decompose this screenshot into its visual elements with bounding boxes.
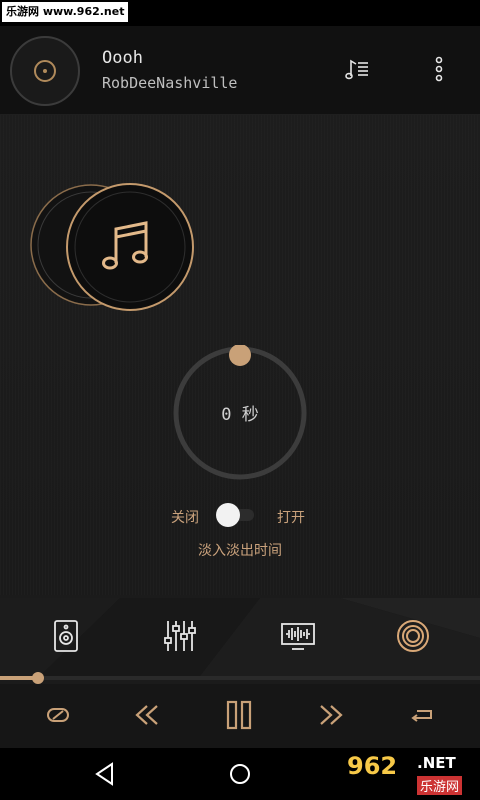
playback-controls [0, 684, 480, 748]
logo-number: 962 [347, 752, 398, 780]
fade-time-label: 淡入淡出时间 [198, 543, 282, 559]
site-logo: 962 .NET 乐游网 [343, 748, 480, 800]
logo-net: .NET [417, 754, 456, 772]
loop-icon[interactable] [41, 698, 75, 732]
repeat-icon[interactable] [405, 698, 439, 732]
dial-thumb[interactable] [229, 345, 251, 366]
album-disc-thumbnail[interactable] [10, 36, 80, 106]
logo-cn: 乐游网 [417, 776, 463, 795]
fade-toggle[interactable] [216, 503, 256, 527]
progress-thumb[interactable] [32, 672, 45, 684]
disc-center [43, 69, 47, 73]
pause-icon[interactable] [222, 698, 256, 732]
rewind-icon[interactable] [130, 698, 164, 732]
toggle-thumb [216, 503, 240, 527]
song-artist: RobDeeNashville [102, 74, 238, 92]
fade-time-value: 0 秒 [221, 405, 259, 425]
speaker-icon[interactable] [48, 618, 84, 654]
disc-mode-icon[interactable] [395, 618, 431, 654]
visualizer-icon[interactable] [280, 618, 316, 654]
playback-progress[interactable] [0, 672, 480, 684]
status-bar: 乐游网 www.962.net [0, 0, 480, 26]
fast-forward-icon[interactable] [314, 698, 348, 732]
playlist-icon[interactable] [342, 54, 372, 84]
feature-tab-bar [0, 598, 480, 676]
now-playing-header: Oooh RobDeeNashville [0, 26, 480, 115]
toggle-on-label: 打开 [277, 510, 305, 526]
back-triangle-icon[interactable] [92, 761, 118, 787]
equalizer-sliders-icon[interactable] [162, 618, 198, 654]
progress-track [0, 676, 480, 680]
toggle-off-label: 关闭 [171, 510, 199, 526]
watermark: 乐游网 www.962.net [2, 2, 129, 22]
more-vert-icon[interactable] [427, 54, 451, 84]
album-disc-art [30, 183, 194, 311]
song-title: Oooh [102, 48, 143, 68]
home-circle-icon[interactable] [227, 761, 253, 787]
